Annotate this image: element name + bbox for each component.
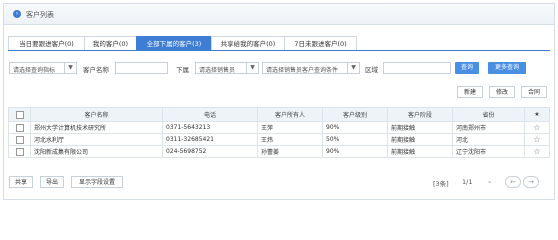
owner-cell: 王炜: [257, 133, 323, 146]
col-header-phone[interactable]: 电话: [162, 107, 258, 122]
level-cell: 50%: [322, 133, 388, 146]
col-header-stage[interactable]: 客户阶段: [387, 107, 453, 122]
salesperson-query-value: 请选择销售员客户查询条件: [266, 67, 339, 74]
page-select-chevron-icon[interactable]: ⌄: [487, 177, 492, 185]
stage-cell: 前期接触: [387, 145, 453, 158]
tab-my-customers[interactable]: 我的客户(0): [84, 36, 137, 51]
next-page-button[interactable]: →: [523, 176, 539, 188]
customer-name-cell[interactable]: 郑州大学计算机技术研究所: [30, 121, 163, 134]
phone-cell: 0311-32685421: [162, 133, 258, 146]
province-cell: 河北: [452, 133, 525, 146]
customer-name-cell[interactable]: 河北水利厅: [30, 133, 163, 146]
share-button[interactable]: 共享: [9, 176, 33, 188]
area-input[interactable]: [383, 62, 451, 74]
tab-underline: [8, 50, 550, 51]
expand-icon[interactable]: ›: [13, 10, 21, 18]
query-condition-value: 请选择查询指标: [13, 67, 56, 74]
favorite-cell[interactable]: ☆: [524, 145, 550, 158]
tab-7day-no-followup[interactable]: 7日未跟进客户(0): [284, 36, 357, 51]
col-header-province[interactable]: 省份: [452, 107, 525, 122]
col-header-owner[interactable]: 客户所有人: [257, 107, 323, 122]
merge-button[interactable]: 合同: [521, 86, 547, 98]
row-checkbox[interactable]: [15, 147, 24, 156]
chevron-down-icon: ▼: [347, 63, 359, 73]
table-row[interactable]: 河北水利厅 0311-32685421 王炜 50% 前期接触 河北 ☆: [8, 133, 550, 146]
star-icon[interactable]: ☆: [533, 147, 540, 156]
select-all-checkbox[interactable]: [15, 110, 24, 119]
new-button[interactable]: 新建: [457, 86, 483, 98]
panel-header: › 客户列表: [4, 4, 554, 25]
chevron-down-icon: ▼: [64, 63, 76, 73]
phone-cell: 024-5698752: [162, 145, 258, 158]
salesperson-query-select[interactable]: 请选择销售员客户查询条件 ▼: [262, 62, 360, 74]
favorite-cell[interactable]: ☆: [524, 133, 550, 146]
edit-button[interactable]: 修改: [489, 86, 515, 98]
col-header-level[interactable]: 客户级别: [322, 107, 388, 122]
arrow-left-icon: ←: [510, 178, 516, 186]
star-header-icon: ★: [524, 107, 550, 122]
owner-cell: 孙蕾姜: [257, 145, 323, 158]
tab-shared-customers[interactable]: 共享给我的客户(0): [211, 36, 285, 51]
level-cell: 90%: [322, 121, 388, 134]
province-cell: 辽宁沈阳市: [452, 145, 525, 158]
phone-cell: 0371-5643213: [162, 121, 258, 134]
table-row[interactable]: 沈阳新成集有限公司 024-5698752 孙蕾姜 90% 前期接触 辽宁沈阳市…: [8, 145, 550, 158]
customer-name-label: 客户名称: [83, 66, 109, 74]
stage-cell: 前期接触: [387, 133, 453, 146]
table-row[interactable]: 郑州大学计算机技术研究所 0371-5643213 王萍 90% 前期接触 河南…: [8, 121, 550, 134]
page-indicator: 1/1: [462, 178, 473, 186]
favorite-cell[interactable]: ☆: [524, 121, 550, 134]
export-button[interactable]: 导出: [40, 176, 64, 188]
subordinate-label: 下属: [176, 66, 189, 74]
select-all-cell[interactable]: [8, 107, 31, 122]
customer-name-cell[interactable]: 沈阳新成集有限公司: [30, 145, 163, 158]
arrow-right-icon: →: [528, 178, 534, 186]
row-select-cell[interactable]: [8, 145, 31, 158]
customer-name-input[interactable]: [115, 62, 168, 74]
star-icon[interactable]: ☆: [533, 135, 540, 144]
row-select-cell[interactable]: [8, 121, 31, 134]
salesperson-value: 请选择销售员: [199, 67, 236, 74]
row-select-cell[interactable]: [8, 133, 31, 146]
tab-today-followup[interactable]: 当日要跟进客户(0): [8, 36, 85, 51]
search-button[interactable]: 查询: [455, 62, 479, 74]
query-condition-select[interactable]: 请选择查询指标 ▼: [9, 62, 77, 74]
province-cell: 河南郑州市: [452, 121, 525, 134]
owner-cell: 王萍: [257, 121, 323, 134]
star-icon[interactable]: ☆: [533, 123, 540, 132]
salesperson-select[interactable]: 请选择销售员 ▼: [195, 62, 259, 74]
display-settings-button[interactable]: 显示字段设置: [71, 176, 123, 188]
customer-table: 客户名称 电话 客户所有人 客户级别 客户阶段 省份 ★ 郑州大学计算机技术研究…: [8, 107, 550, 158]
row-checkbox[interactable]: [15, 123, 24, 132]
chevron-down-icon: ▼: [246, 63, 258, 73]
table-header-row: 客户名称 电话 客户所有人 客户级别 客户阶段 省份 ★: [8, 107, 550, 122]
record-count: [3条]: [433, 180, 449, 188]
panel-title: 客户列表: [26, 11, 54, 19]
customer-list-panel: › 客户列表: [3, 3, 555, 200]
more-search-button[interactable]: 更多查询: [488, 62, 526, 74]
tab-subordinate-customers[interactable]: 全部下属的客户(3): [136, 36, 212, 51]
col-header-name[interactable]: 客户名称: [30, 107, 163, 122]
stage-cell: 前期接触: [387, 121, 453, 134]
row-checkbox[interactable]: [15, 135, 24, 144]
area-label: 区域: [365, 66, 378, 74]
level-cell: 90%: [322, 145, 388, 158]
prev-page-button[interactable]: ←: [505, 176, 521, 188]
